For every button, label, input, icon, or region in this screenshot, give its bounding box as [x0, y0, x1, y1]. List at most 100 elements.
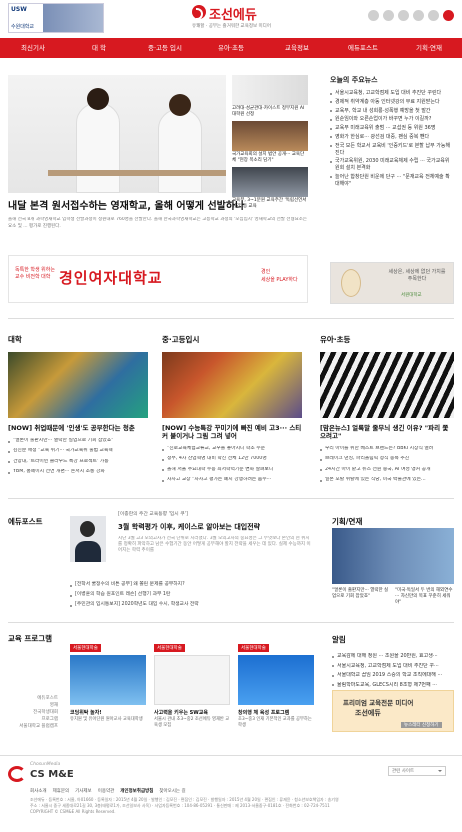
- news-item[interactable]: 영화가 한심로··· 광선검 대중, 팬심 중복 뺀다: [330, 134, 454, 141]
- section-image[interactable]: [8, 352, 148, 418]
- nav-middle-high[interactable]: 중·고등 입시: [132, 38, 198, 58]
- news-item[interactable]: 교육부 미래교육위 출범 ··· 교섭권 등 위원 36명: [330, 125, 454, 132]
- program-card[interactable]: 서울현대학술 창의행 체 육성 프로그램 초3~중3 인재 기본적인 교과를 공…: [238, 634, 314, 729]
- news-item[interactable]: 전국 모든 학교서 교육비 '인증키드'로 본할 납부 가능해진다: [330, 143, 454, 157]
- section-item[interactable]: 우리 아이를 위한 베스트 브랜드는? BBKI 시상식 열려: [320, 446, 454, 452]
- program-side-menu: 에듀포스트 영재 전국학생대회 프로그램 서울대학교 플럼캠프: [8, 695, 58, 730]
- related-sites-select[interactable]: 관련 사이트: [388, 766, 446, 776]
- notice-item[interactable]: 서울대학교 꼽임 2019 스승의 학교 조직에대해 ···: [332, 672, 454, 679]
- news-item[interactable]: 경제적 취약계층 아동 인터넷강의 무료 지원받는다: [330, 99, 454, 106]
- twitter-icon[interactable]: [383, 10, 394, 21]
- section-item[interactable]: "얼론이 출판지만··· 열락한 실업으로 기회 잡았죠": [8, 438, 148, 444]
- section-item[interactable]: 정부, 4차 산업혁명 대비 학신 전체 12만 7000명: [162, 456, 302, 462]
- section-label-edupost[interactable]: 에듀포스트: [8, 516, 43, 527]
- kyungin-ad-banner[interactable]: 독특한 학생 위하는 교수 비전학 대학 경인여자대학교 경인 세상을 PLAY…: [8, 255, 308, 303]
- edupost-item[interactable]: [전학서 쿨정수의 비튼 공부] 왜 쫄린 문제를 공부하지?: [70, 582, 315, 588]
- planning-caption[interactable]: "얼론이 출판지만··· 열락한 실업으로 기회 잡았죠": [332, 588, 391, 606]
- card-title[interactable]: 창의행 체 육성 프로그램: [238, 709, 314, 716]
- footer-link-privacy[interactable]: 개인정보취급방침: [120, 788, 153, 794]
- section-item[interactable]: YBM, 홈페이지 전면 개편··· 논서지 소통 강화: [8, 469, 148, 475]
- section-item[interactable]: 김진분 애정 "교육 위기··· 국가교육위 출범 교육혁: [8, 448, 148, 454]
- footer-link[interactable]: 이용약관: [98, 788, 115, 794]
- edupost-item[interactable]: [이병훈의 학습 원포인트 레슨] 선행기 과부 1탄: [70, 592, 315, 598]
- blog-icon[interactable]: [413, 10, 424, 21]
- section-item[interactable]: 브레이크 댄싱, 파리올림픽 정식 종목 추진: [320, 456, 454, 462]
- notice-item[interactable]: 서울시교육청, 고교학점제 도입 대비 추진단 꾸···: [332, 663, 454, 670]
- footer-info: 조선에듀 · 등록번호 : 서울, 아01660 · 등록일자 : 2015년 …: [30, 797, 450, 815]
- nav-latest[interactable]: 최신기사: [0, 38, 66, 58]
- section-image[interactable]: [320, 352, 454, 418]
- site-logo[interactable]: 조선에듀 유쾌할 · 공부는 즐거워한 교육정보 미디어: [192, 4, 282, 34]
- section-item[interactable]: 올해 서울 주요대학 수능 최저학력기준 변화 살펴보니: [162, 467, 302, 473]
- brand-tagline: 유쾌할 · 공부는 즐거워한 교육정보 미디어: [192, 24, 271, 29]
- footer-logo[interactable]: ChosunMedia CS M&E: [8, 762, 98, 786]
- newsletter-button[interactable]: 뉴스레터 신청하기: [401, 722, 442, 728]
- news-item[interactable]: 서울시교육청, 고교학점제 도입 대비 추진단 꾸린다: [330, 90, 454, 97]
- footer-link[interactable]: 기사제보: [75, 788, 92, 794]
- planning-caption[interactable]: "미국·독일서 두 번의 해외연수··· 자신만의 목표 꾸준히 세워야": [395, 588, 454, 606]
- kakao-icon[interactable]: [398, 10, 409, 21]
- section-title[interactable]: [맘은뉴스] 얼룩말 줄무늬 생긴 이유? "파리 쫓으려고": [320, 424, 454, 440]
- section-item[interactable]: 건양대, '트라이빈 클라우드 특강 프로젝트' 가동: [8, 459, 148, 465]
- notice-item[interactable]: 교육감에 대해 청원 ··· 조원을 20만원, 효고생···: [332, 653, 454, 660]
- news-item[interactable]: 교육부, 학교 내 성희롱·성폭행 예방을 첫 발간: [330, 108, 454, 115]
- section-label-mid[interactable]: 중·고등입시: [162, 334, 199, 345]
- section-label-univ[interactable]: 대학: [8, 334, 22, 345]
- footer-link[interactable]: 회사소개: [30, 788, 47, 794]
- section-label-planning[interactable]: 기획/연재: [332, 516, 362, 527]
- seowon-ad-banner[interactable]: 세상은, 세상에 없던 가치를 주목한다 서원대학교: [330, 262, 454, 304]
- edupost-item[interactable]: [주민관의 입시통보지] 2020학년도 대입 수시, 학생교사 전략: [70, 602, 315, 608]
- side-menu-item[interactable]: 서울대학교 플럼캠프: [8, 723, 58, 730]
- usw-banner[interactable]: USW 수원대학교: [8, 3, 104, 33]
- brand-mark-icon: [192, 5, 206, 20]
- news-item[interactable]: 국가교육위원, 2030 미래교육체제 수립 ··· 국가교육위원회 설치 본격…: [330, 158, 454, 172]
- side-menu-item[interactable]: 전국학생대회: [8, 709, 58, 716]
- nav-university[interactable]: 대 학: [66, 38, 132, 58]
- program-cards: 서울현대학술 코딩위탁 놀자! 유치원 및 유아단원 원아교사 교육대학생 서울…: [70, 634, 314, 729]
- notice-item[interactable]: 율림학마도교육, GLECS시리 8조형 제7번째 ···: [332, 682, 454, 689]
- nav-kids[interactable]: 유아·초등: [198, 38, 264, 58]
- card-title[interactable]: 코딩위탁 놀자!: [70, 709, 146, 716]
- thumb-caption[interactable]: 고려대·성균관대·카이스트 정부지원 AI 대학원 선정: [232, 106, 308, 118]
- news-item[interactable]: 원순임이와 오른손업이가 바꾸면 누가 이길까?: [330, 116, 454, 123]
- hero-image[interactable]: [8, 75, 226, 193]
- section-label-program[interactable]: 교육 프로그램: [8, 634, 56, 644]
- side-thumb[interactable]: 고려대·성균관대·카이스트 정부지원 AI 대학원 선정: [232, 75, 308, 120]
- news-item[interactable]: 늘어난 합창단원 비운에 단구 ··· "문재교육 전체예술 확대해야": [330, 174, 454, 188]
- section-item[interactable]: 24시간 아이 맡고 뉴스 전원 중국, AI 여성 앵커 공개: [320, 467, 454, 473]
- section-label-notice[interactable]: 알림: [332, 634, 454, 645]
- facebook-icon[interactable]: [368, 10, 379, 21]
- card-title[interactable]: 사고력을 키우는 SW교육: [154, 709, 230, 716]
- rss-icon[interactable]: [428, 10, 439, 21]
- section-title[interactable]: [NOW] 수능특강 꾸미기에 빠진 예비 고3··· 스티커 붙이거나 그림 …: [162, 424, 302, 440]
- program-card[interactable]: 서울현대학술 코딩위탁 놀자! 유치원 및 유아단원 원아교사 교육대학생: [70, 634, 146, 729]
- newsletter-banner[interactable]: 프리미엄 교육전문 미디어 조선에듀 뉴스레터 신청하기: [332, 690, 454, 732]
- thumb-caption[interactable]: 교육부, 3~1분원 교육주간 '독립선언서 읽기' 등 교육: [232, 198, 308, 210]
- side-menu-item[interactable]: 영재: [8, 702, 58, 709]
- nav-edu-info[interactable]: 교육정보: [264, 38, 330, 58]
- student-figure: [158, 94, 202, 193]
- footer: ChosunMedia CS M&E 관련 사이트 회사소개 제휴문의 기사제보…: [0, 755, 462, 832]
- footer-link[interactable]: 제휴문의: [53, 788, 70, 794]
- edupost-title[interactable]: 3월 학력평가 이후, 케이스로 알아보는 대입전략: [118, 522, 313, 532]
- section-item[interactable]: 자사고 교장 "자사고 평가는 폐지 강행하려는 움수···: [162, 477, 302, 483]
- side-menu-item[interactable]: 에듀포스트: [8, 695, 58, 702]
- program-card[interactable]: 서울현대학술 사고력을 키우는 SW교육 서울시 관내 초3~중2 조선에듀 영…: [154, 634, 230, 729]
- edupost-desc: 지난 3월 고3 모의고사가 전국 단위로 치러졌다. 3월 모의고사의 중요성…: [118, 536, 311, 553]
- section-item[interactable]: 일본 포탈 위탈에 있는 식당, 미국 박물관에 있는...: [320, 477, 454, 483]
- section-label-kid[interactable]: 유아·초등: [320, 334, 350, 345]
- side-menu-item[interactable]: 프로그램: [8, 716, 58, 723]
- search-icon[interactable]: [443, 10, 454, 21]
- nav-series[interactable]: 기획·연재: [396, 38, 462, 58]
- section-item[interactable]: "진로교육체험교류교, 교우들 놓아지니 학소 수준: [162, 446, 302, 452]
- nav-edupost[interactable]: 에듀포스트: [330, 38, 396, 58]
- side-thumb[interactable]: 국가교육회의 설치 법안 공개··· 교육단체 "현장 목소리 담기": [232, 121, 308, 166]
- banner-line-1: 프리미엄 교육전문 미디어: [343, 699, 414, 707]
- ad-right: 경인 세상을 PLAY하다: [261, 262, 305, 298]
- planning-image[interactable]: [332, 528, 454, 584]
- section-image[interactable]: [162, 352, 302, 418]
- footer-link[interactable]: 찾아오시는 길: [159, 788, 185, 794]
- thumb-caption[interactable]: 국가교육회의 설치 법안 공개··· 교육단체 "현장 목소리 담기": [232, 152, 308, 164]
- side-thumb[interactable]: 교육부, 3~1분원 교육주간 '독립선언서 읽기' 등 교육: [232, 167, 308, 212]
- section-title[interactable]: [NOW] 취업때문에 '인생'도 공부한다는 청춘: [8, 424, 148, 432]
